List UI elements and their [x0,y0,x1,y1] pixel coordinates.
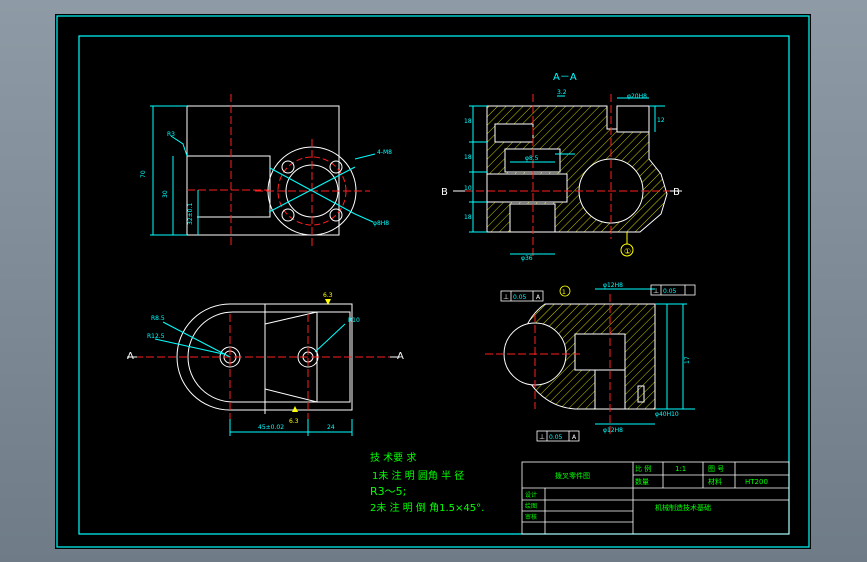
tol1-value: 0.05 [513,294,527,301]
title-drafter-label: 绘图 [525,502,537,510]
front-dim-70: 70 [140,170,147,178]
top-dim-45: 45±0.02 [258,424,284,431]
side-dim-phi12b: φ12H8 [603,427,623,434]
title-school: 机械制造技术基础 [655,503,711,512]
notes-line-2: R3～5; [370,485,406,498]
front-dim-phi8: φ8H8 [373,220,389,227]
tol2-value: 0.05 [663,288,677,295]
top-dim-r8-5: R8.5 [151,315,165,322]
side-dim-phi12: φ12H8 [603,282,623,289]
sec-dim-3-2: 3.2 [557,89,567,96]
outer-border [56,15,810,548]
front-dim-m8: 4-M8 [377,149,392,156]
title-reviewer-label: 审核 [525,513,537,521]
top-rough-bottom: 6.3 [289,418,299,425]
side-dim-17: 17 [684,356,691,364]
top-dim-r10: R10 [348,317,360,324]
balloon-1: ① [624,247,631,256]
front-dim-32: 32±0.1 [187,203,194,225]
front-view [150,94,376,246]
title-qty-label: 数量 [635,477,649,486]
title-scale-value: 1:1 [675,465,686,473]
label-a-right: A [397,351,404,362]
tol3-value: 0.05 [549,434,563,441]
side-balloon: 1 [562,289,566,296]
sec-dim-12: 12 [657,117,665,124]
sec-dim-18c: 18 [464,214,472,221]
tol1-datum: A [536,294,541,301]
section-title: A－A [553,72,577,83]
label-a-left: A [127,351,134,362]
notes-line-1: 1未 注 明 圆角 半 径 [372,469,464,482]
sec-dim-18a: 18 [464,118,472,125]
tol1-symbol: ⊥ [503,293,509,301]
title-scale-label: 比 例 [635,464,651,473]
tol3-symbol: ⊥ [539,433,545,441]
front-dim-30: 30 [162,190,169,198]
tol3-datum: A [572,434,577,441]
tol2-symbol: ⊥ [653,287,659,295]
notes-line-3: 2未 注 明 倒 角1.5×45°. [370,501,484,514]
cad-drawing: 70 30 32±0.1 R3 4-M8 φ8H8 A－A B B ① 18 1… [56,15,810,548]
title-material-value: HT200 [745,478,768,486]
sec-dim-20h8: φ20H8 [627,93,647,100]
notes-title: 技 术要 求 [370,451,416,464]
front-body [186,105,340,236]
section-view [453,94,682,259]
title-material-label: 材料 [708,477,722,486]
front-dim-r3: R3 [167,131,175,138]
title-part-name: 拨叉零件图 [555,471,590,480]
sec-dim-10: 10 [464,185,472,192]
top-rough-top: 6.3 [323,292,333,299]
sec-dim-phi36: φ36 [521,255,533,262]
drawing-sheet: 70 30 32±0.1 R3 4-M8 φ8H8 A－A B B ① 18 1… [55,14,811,549]
sec-dim-phi8-5: φ8.5 [525,155,539,162]
title-designer-label: 设计 [525,491,537,499]
top-dim-r12-5: R12.5 [147,333,165,340]
label-b-right: B [673,187,680,198]
title-drawing-no-label: 图 号 [708,465,724,473]
viewport: 70 30 32±0.1 R3 4-M8 φ8H8 A－A B B ① 18 1… [0,0,867,562]
label-b-left: B [441,187,448,198]
side-dim-phi40: φ40H10 [655,411,679,418]
sec-dim-18b: 18 [464,154,472,161]
top-dim-24: 24 [327,424,335,431]
